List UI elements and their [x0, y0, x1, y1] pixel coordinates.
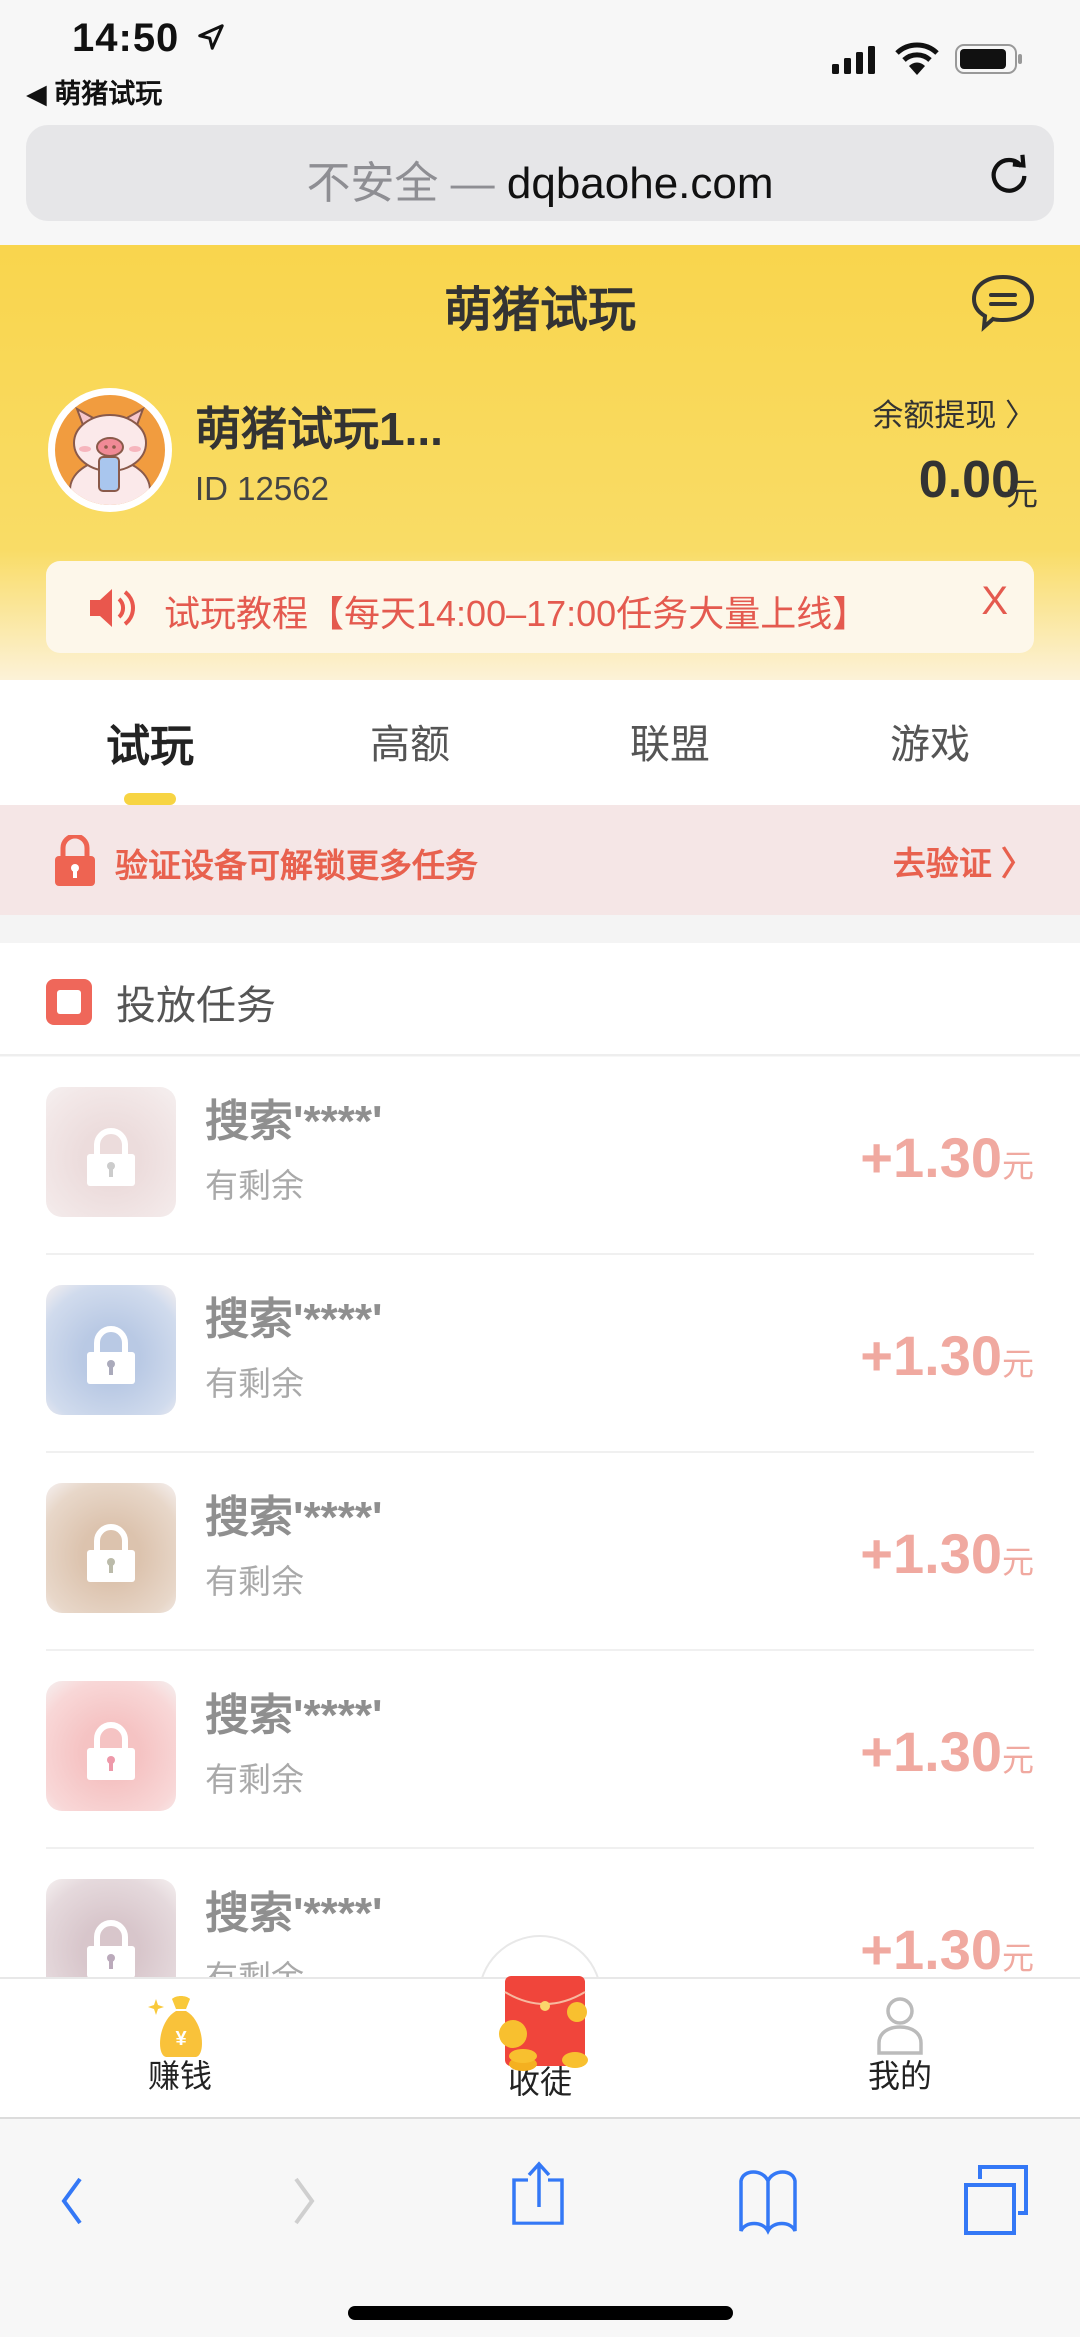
profile-header: 萌猪试玩 萌猪试玩1... ID 12562 余额提现 〉 0.00 元 试玩教… — [0, 245, 1080, 680]
lock-icon — [87, 1920, 135, 1977]
reward-amount: +1.30 — [860, 1522, 1002, 1585]
task-row[interactable]: 搜索'****' 有剩余 +1.30元 — [0, 1453, 1080, 1651]
url-display[interactable]: 不安全 — dqbaohe.com — [26, 147, 1054, 211]
reward-amount: +1.30 — [860, 1918, 1002, 1977]
money-bag-icon: ¥ — [148, 1996, 202, 2057]
person-icon — [877, 1997, 923, 2055]
notice-text[interactable]: 试玩教程【每天14:00–17:00任务大量上线】 — [164, 585, 868, 637]
task-thumbnail — [46, 1087, 176, 1217]
task-reward: +1.30元 — [860, 1917, 1034, 1977]
task-reward: +1.30元 — [860, 1521, 1034, 1586]
task-status: 有剩余 — [205, 1761, 304, 1798]
reward-amount: +1.30 — [860, 1126, 1002, 1189]
task-title: 搜索'****' — [205, 1889, 383, 1938]
tab-high-reward[interactable]: 高额 — [310, 712, 510, 770]
category-tabs: 试玩 高额 联盟 游戏 — [0, 680, 1080, 805]
task-thumbnail — [46, 1285, 176, 1415]
location-arrow-icon — [198, 24, 224, 50]
task-title: 搜索'****' — [205, 1097, 383, 1146]
reward-unit: 元 — [1001, 1940, 1034, 1976]
balance-amount: 0.00 — [918, 451, 1020, 509]
active-tab-indicator — [124, 793, 176, 805]
chat-bubble-icon[interactable] — [970, 273, 1036, 333]
svg-text:¥: ¥ — [175, 2028, 187, 2050]
tab-trial[interactable]: 试玩 — [50, 710, 250, 774]
go-verify-link[interactable]: 去验证 〉 — [893, 837, 1034, 885]
insecure-label: 不安全 — — [306, 159, 507, 208]
red-envelope-icon[interactable] — [493, 1972, 593, 2082]
url-domain: dqbaohe.com — [506, 159, 774, 208]
section-header: 投放任务 — [0, 943, 1080, 1056]
task-row[interactable]: 搜索'****' 有剩余 +1.30元 — [0, 1651, 1080, 1849]
balance-unit: 元 — [1005, 476, 1038, 512]
user-name: 萌猪试玩1... — [195, 403, 443, 455]
section-divider — [0, 915, 1080, 943]
task-row[interactable]: 搜索'****' 有剩余 +1.30元 — [0, 1057, 1080, 1255]
section-title: 投放任务 — [116, 984, 276, 1028]
task-status: 有剩余 — [205, 1365, 304, 1402]
verify-device-banner[interactable]: 验证设备可解锁更多任务 去验证 〉 — [0, 805, 1080, 915]
lock-icon — [87, 1326, 135, 1384]
forward-icon[interactable] — [268, 2159, 338, 2239]
verify-banner-text: 验证设备可解锁更多任务 — [115, 847, 478, 884]
share-icon[interactable] — [503, 2159, 573, 2239]
nav-mine[interactable]: 我的 — [800, 1979, 1000, 2119]
nav-label: 赚钱 — [147, 2058, 212, 2094]
task-thumbnail — [46, 1681, 176, 1811]
status-bar: 14:50 ◀ 萌猪试玩 不安全 — dqbaohe.com — [0, 0, 1080, 221]
task-status: 有剩余 — [205, 1951, 304, 1977]
home-indicator[interactable] — [348, 2306, 733, 2320]
back-icon[interactable] — [38, 2159, 108, 2239]
browser-toolbar — [0, 2117, 1080, 2337]
tab-alliance[interactable]: 联盟 — [570, 712, 770, 770]
lock-icon — [87, 1524, 135, 1582]
back-to-app-link[interactable]: ◀ 萌猪试玩 — [26, 72, 162, 111]
task-list: 搜索'****' 有剩余 +1.30元 搜索'****' 有剩余 +1.30元 … — [0, 1057, 1080, 1977]
task-title: 搜索'****' — [205, 1493, 383, 1542]
avatar[interactable] — [48, 388, 172, 512]
user-id: ID 12562 — [195, 470, 329, 507]
nav-earn[interactable]: ¥ 赚钱 — [80, 1979, 280, 2119]
withdraw-link[interactable]: 余额提现 〉 — [872, 390, 1036, 435]
reward-amount: +1.30 — [860, 1720, 1002, 1783]
bookmarks-icon[interactable] — [733, 2159, 803, 2239]
task-reward: +1.30元 — [860, 1125, 1034, 1190]
tab-games[interactable]: 游戏 — [830, 712, 1030, 770]
close-icon[interactable]: X — [981, 579, 1008, 624]
task-thumbnail — [46, 1879, 176, 1977]
task-reward: +1.30元 — [860, 1719, 1034, 1784]
reload-icon[interactable] — [986, 151, 1032, 197]
task-title: 搜索'****' — [205, 1691, 383, 1740]
task-title: 搜索'****' — [205, 1295, 383, 1344]
battery-icon — [955, 44, 1022, 74]
notice-bar[interactable]: 试玩教程【每天14:00–17:00任务大量上线】 X — [46, 561, 1034, 653]
task-status: 有剩余 — [205, 1167, 304, 1204]
reward-unit: 元 — [1001, 1742, 1034, 1778]
wifi-icon — [895, 42, 939, 75]
page-title: 萌猪试玩 — [443, 284, 636, 337]
reward-unit: 元 — [1001, 1544, 1034, 1580]
speaker-icon — [90, 589, 135, 627]
task-thumbnail — [46, 1483, 176, 1613]
task-row[interactable]: 搜索'****' 有剩余 +1.30元 — [0, 1255, 1080, 1453]
reward-amount: +1.30 — [860, 1324, 1002, 1387]
lock-icon — [87, 1722, 135, 1780]
status-time: 14:50 — [72, 16, 180, 60]
task-list-icon — [46, 979, 92, 1025]
task-reward: +1.30元 — [860, 1323, 1034, 1388]
nav-label: 我的 — [867, 2058, 932, 2094]
reward-unit: 元 — [1001, 1148, 1034, 1184]
cellular-signal-icon — [832, 46, 875, 74]
lock-icon — [55, 835, 95, 886]
address-bar[interactable]: 不安全 — dqbaohe.com — [26, 125, 1054, 221]
tabs-icon[interactable] — [960, 2159, 1030, 2239]
task-status: 有剩余 — [205, 1563, 304, 1600]
pig-avatar-icon — [69, 406, 151, 505]
reward-unit: 元 — [1001, 1346, 1034, 1382]
lock-icon — [87, 1128, 135, 1186]
